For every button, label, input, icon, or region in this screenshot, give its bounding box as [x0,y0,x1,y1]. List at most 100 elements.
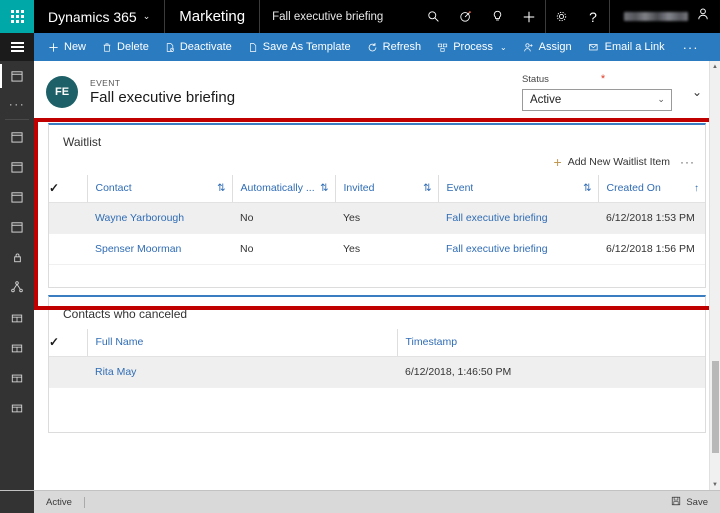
status-label-row: Status * [522,74,672,85]
sidebar-item-recent[interactable] [0,61,34,91]
sidebar-item-passes[interactable] [0,242,34,272]
sidebar-item-buildings[interactable] [0,332,34,362]
waitlist-grid-actions: + Add New Waitlist Item ··· [49,151,705,175]
lightbulb-idea-icon[interactable] [481,0,513,33]
assign-person-icon [523,42,534,53]
waitlist-overflow-button[interactable]: ··· [680,155,695,169]
process-icon [437,42,448,53]
row-select-checkbox[interactable] [49,202,87,234]
save-button[interactable]: Save [671,496,720,509]
column-header-full-name[interactable]: Full Name [86,329,397,357]
email-link-icon [588,42,600,53]
sort-icon: ⇅ [583,182,592,194]
column-header-contact[interactable]: Contact ⇅ [86,175,232,203]
help-question-icon[interactable]: ? [577,0,609,33]
cell-event[interactable]: Fall executive briefing [438,202,598,234]
status-selected-value: Active [529,93,562,106]
column-header-timestamp[interactable]: Timestamp [396,329,705,357]
contact-link[interactable]: Wayne Yarborough [95,212,184,224]
left-navigation-rail: ··· [0,61,34,513]
select-all-header[interactable]: ✓ [49,175,87,203]
sidebar-item-session-tracks[interactable] [0,182,34,212]
delete-button[interactable]: Delete [94,33,157,61]
email-a-link-label: Email a Link [604,41,665,53]
table-row[interactable]: Spenser Moorman No Yes Fall executive br… [49,233,705,265]
sidebar-item-sessions[interactable] [0,152,34,182]
header-collapse-toggle[interactable]: ⌄ [692,85,706,99]
topbar-icon-group: ? [417,0,609,33]
table-row[interactable]: Rita May 6/12/2018, 1:46:50 PM [49,356,705,388]
vertical-scrollbar[interactable]: ▲ ▼ [709,61,720,490]
column-header-invited[interactable]: Invited ⇅ [334,175,438,203]
deactivate-page-icon [165,42,175,53]
search-icon[interactable] [417,0,449,33]
scrollbar-thumb[interactable] [712,361,719,453]
row-select-checkbox[interactable] [49,356,87,388]
contact-link[interactable]: Rita May [95,366,136,378]
refresh-button[interactable]: Refresh [359,33,430,61]
sidebar-item-events[interactable] [0,122,34,152]
column-header-label: Automatically ... [240,182,315,194]
column-header-created-on[interactable]: Created On ↑ [597,175,705,203]
cell-contact[interactable]: Spenser Moorman [87,233,232,265]
cell-invited: Yes [335,233,438,265]
email-a-link-button[interactable]: Email a Link [580,33,673,61]
filter-target-icon[interactable] [449,0,481,33]
brand-dynamics-365[interactable]: Dynamics 365 ⌄ [34,0,166,33]
brand-label: Dynamics 365 [48,8,137,25]
sidebar-item-event-registrations[interactable] [0,212,34,242]
checkmark-icon: ✓ [49,335,60,349]
cell-event[interactable]: Fall executive briefing [438,233,598,265]
settings-gear-icon[interactable] [545,0,577,33]
deactivate-button[interactable]: Deactivate [157,33,240,61]
status-badge: Active [46,496,72,508]
column-header-event[interactable]: Event ⇅ [437,175,598,203]
sort-icon: ⇅ [217,182,226,194]
new-button[interactable]: New [40,33,94,61]
waffle-grid-icon[interactable] [0,0,34,33]
user-account-zone[interactable] [609,0,720,33]
save-as-template-label: Save As Template [262,41,351,53]
dynamics-365-window: Dynamics 365 ⌄ Marketing Fall executive … [0,0,720,513]
cell-automatically: No [232,202,335,234]
sidebar-item-speakers[interactable] [0,272,34,302]
sidebar-item-rooms[interactable] [0,362,34,392]
new-button-label: New [64,41,87,53]
calendar-icon [11,71,23,82]
sidebar-item-venues[interactable] [0,302,34,332]
status-dropdown[interactable]: Active ⌄ [521,88,672,111]
cell-contact[interactable]: Wayne Yarborough [87,202,232,234]
cell-timestamp: 6/12/2018, 1:46:50 PM [397,356,705,388]
command-bar-overflow-button[interactable]: ··· [673,33,709,61]
app-name-marketing[interactable]: Marketing [165,0,261,33]
assign-button[interactable]: Assign [515,33,580,61]
page-icon [248,42,258,53]
chevron-down-icon: ⌄ [499,42,507,52]
event-link[interactable]: Fall executive briefing [446,212,548,224]
sidebar-item-more[interactable]: ··· [0,91,34,117]
event-link[interactable]: Fall executive briefing [446,243,548,255]
trash-icon [102,42,112,53]
scroll-up-arrow[interactable]: ▲ [710,61,720,72]
footer-divider [83,496,85,508]
table-row[interactable]: Wayne Yarborough No Yes Fall executive b… [49,202,705,234]
contact-link[interactable]: Spenser Moorman [95,243,181,255]
cell-full-name[interactable]: Rita May [87,356,397,388]
hamburger-menu-icon[interactable] [0,33,34,61]
waitlist-card: Waitlist + Add New Waitlist Item ··· ✓ C… [48,123,706,288]
quick-create-plus-icon[interactable] [513,0,545,33]
column-header-automatically[interactable]: Automatically ... ⇅ [231,175,335,203]
form-canvas: Waitlist + Add New Waitlist Item ··· ✓ C… [34,118,720,433]
scroll-down-arrow[interactable]: ▼ [710,479,720,490]
save-as-template-button[interactable]: Save As Template [240,33,359,61]
sidebar-item-layouts[interactable] [0,392,34,422]
select-all-header[interactable]: ✓ [49,329,87,357]
save-disk-icon [671,496,681,509]
waitlist-card-title: Waitlist [63,135,102,149]
breadcrumb[interactable]: Fall executive briefing [260,0,395,33]
row-select-checkbox[interactable] [49,233,87,265]
user-person-icon[interactable] [696,7,710,26]
process-button[interactable]: Process ⌄ [429,33,514,61]
add-new-waitlist-item-button[interactable]: + Add New Waitlist Item [554,155,671,169]
